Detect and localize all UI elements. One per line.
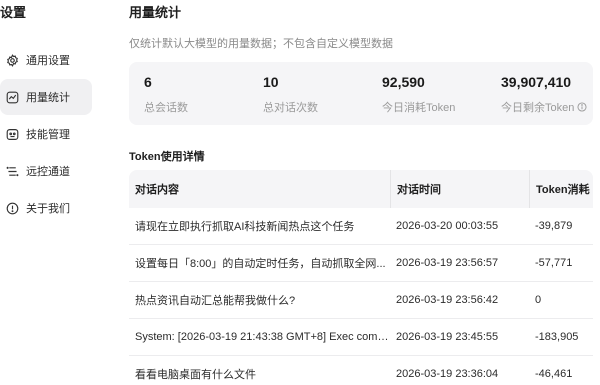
skill-icon bbox=[5, 127, 19, 141]
cell-tokens: -39,879 bbox=[535, 220, 573, 232]
cell-time: 2026-03-19 23:45:55 bbox=[396, 331, 499, 343]
cell-time: 2026-03-19 23:56:42 bbox=[396, 294, 499, 306]
cell-content: 看看电脑桌面有什么文件 bbox=[135, 369, 256, 381]
table-row[interactable]: System: [2026-03-19 21:43:38 GMT+8] Exec… bbox=[129, 319, 593, 356]
table-header: 对话内容 对话时间 Token消耗 bbox=[129, 170, 593, 208]
settings-title: 设置 bbox=[0, 5, 27, 20]
page-title: 用量统计 bbox=[129, 5, 182, 20]
cell-content: 请现在立即执行抓取AI科技新闻热点这个任务 bbox=[135, 221, 355, 233]
gear-icon bbox=[5, 53, 19, 67]
cell-tokens: -46,461 bbox=[535, 368, 573, 380]
main-content: 用量统计 仅统计默认大模型的用量数据；不包含自定义模型数据 6 总会话数 10 … bbox=[129, 0, 600, 385]
cell-content: 设置每日「8:00」的自动定时任务，自动抓取全网... bbox=[135, 258, 386, 270]
stat-total-conversations: 10 总对话次数 bbox=[263, 74, 318, 115]
column-header-tokens: Token消耗 bbox=[529, 170, 593, 208]
stat-value: 10 bbox=[263, 74, 279, 90]
table-row[interactable]: 请现在立即执行抓取AI科技新闻热点这个任务 2026-03-20 00:03:5… bbox=[129, 208, 593, 245]
table-row[interactable]: 热点资讯自动汇总能帮我做什么? 2026-03-19 23:56:42 0 bbox=[129, 282, 593, 319]
info-icon[interactable] bbox=[577, 102, 587, 112]
token-usage-table: 对话内容 对话时间 Token消耗 请现在立即执行抓取AI科技新闻热点这个任务 … bbox=[129, 170, 593, 385]
sidebar-item-general-settings[interactable]: 通用设置 bbox=[0, 42, 92, 78]
cell-tokens: -57,771 bbox=[535, 257, 573, 269]
sidebar-item-remote-channel[interactable]: 远控通道 bbox=[0, 153, 92, 189]
sidebar-item-label: 关于我们 bbox=[26, 203, 70, 215]
stat-value: 92,590 bbox=[382, 74, 425, 90]
column-header-content: 对话内容 bbox=[135, 184, 179, 196]
cell-tokens: 0 bbox=[535, 294, 542, 306]
cell-time: 2026-03-20 00:03:55 bbox=[396, 220, 499, 232]
sidebar: 通用设置 用量统计 技能管理 远控通道 关于我们 bbox=[0, 42, 92, 227]
chart-icon bbox=[5, 90, 19, 104]
stat-value: 6 bbox=[144, 74, 152, 90]
stat-total-sessions: 6 总会话数 bbox=[144, 74, 188, 115]
cell-time: 2026-03-19 23:36:04 bbox=[396, 368, 499, 380]
cell-tokens: -183,905 bbox=[535, 331, 579, 343]
stat-value: 39,907,410 bbox=[501, 74, 572, 90]
sidebar-item-label: 用量统计 bbox=[26, 92, 70, 104]
sidebar-item-skill-management[interactable]: 技能管理 bbox=[0, 116, 92, 152]
stat-label: 今日消耗Token bbox=[382, 102, 456, 114]
token-details-title: Token使用详情 bbox=[129, 151, 205, 163]
cell-time: 2026-03-19 23:56:57 bbox=[396, 257, 499, 269]
sidebar-item-label: 远控通道 bbox=[26, 166, 70, 178]
sidebar-item-label: 通用设置 bbox=[26, 55, 70, 67]
cell-content: System: [2026-03-19 21:43:38 GMT+8] Exec… bbox=[135, 331, 390, 343]
stat-label: 今日剩余Token bbox=[501, 99, 587, 115]
stat-today-remaining: 39,907,410 今日剩余Token bbox=[501, 74, 587, 115]
sidebar-item-label: 技能管理 bbox=[26, 129, 70, 141]
info-icon bbox=[5, 201, 19, 215]
cell-content: 热点资讯自动汇总能帮我做什么? bbox=[135, 295, 296, 307]
table-row[interactable]: 看看电脑桌面有什么文件 2026-03-19 23:36:04 -46,461 bbox=[129, 356, 593, 385]
column-header-time: 对话时间 bbox=[390, 170, 529, 208]
remote-icon bbox=[5, 164, 19, 178]
sidebar-item-about-us[interactable]: 关于我们 bbox=[0, 190, 92, 226]
table-row[interactable]: 设置每日「8:00」的自动定时任务，自动抓取全网... 2026-03-19 2… bbox=[129, 245, 593, 282]
stat-label: 总会话数 bbox=[144, 102, 188, 114]
stats-card: 6 总会话数 10 总对话次数 92,590 今日消耗Token 39,907,… bbox=[129, 62, 593, 125]
sidebar-item-usage-stats[interactable]: 用量统计 bbox=[0, 79, 92, 115]
stat-today-consumed: 92,590 今日消耗Token bbox=[382, 74, 455, 115]
page-subtitle: 仅统计默认大模型的用量数据；不包含自定义模型数据 bbox=[129, 38, 393, 50]
stat-label: 总对话次数 bbox=[263, 102, 318, 114]
